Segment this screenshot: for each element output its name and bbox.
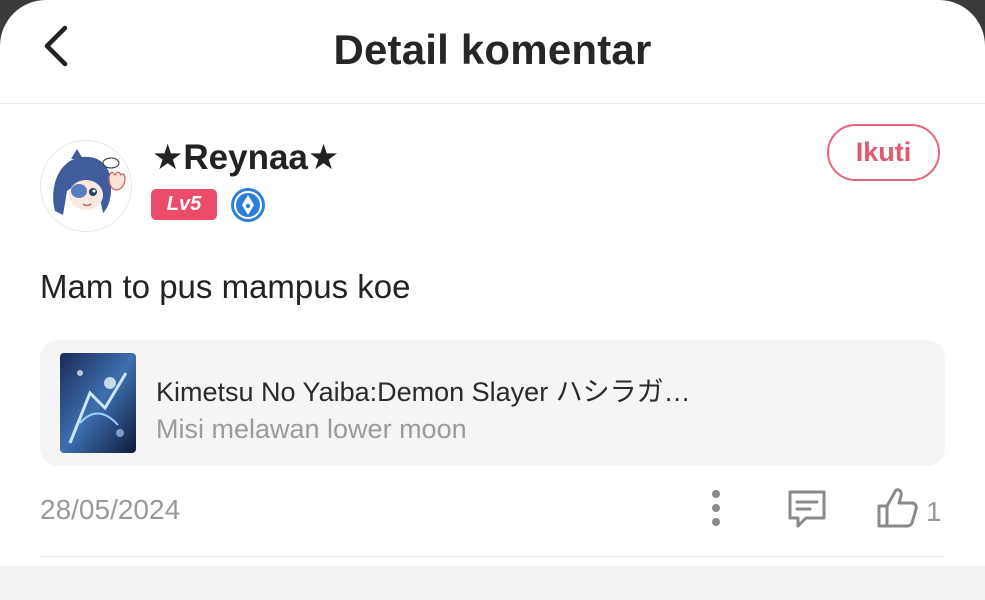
post-title: Kimetsu No Yaiba:Demon Slayer ハシラガ… <box>156 377 691 407</box>
level-badge: Lv5 <box>151 189 217 220</box>
username[interactable]: ★Reynaa★ <box>152 138 339 178</box>
avatar-image <box>41 141 131 231</box>
section-separator <box>0 566 985 600</box>
page-title: Detail komentar <box>333 26 652 73</box>
more-vertical-icon <box>712 490 720 526</box>
header: Detail komentar <box>0 0 985 104</box>
post-thumbnail <box>60 353 136 453</box>
avatar[interactable] <box>40 140 132 232</box>
pen-nib-medal-icon <box>230 187 266 223</box>
like-count: 1 <box>926 496 942 527</box>
comment-icon <box>788 490 826 528</box>
comment-date: 28/05/2024 <box>40 494 181 525</box>
divider <box>40 556 945 557</box>
post-subtitle: Misi melawan lower moon <box>156 414 467 444</box>
comment-detail-screen: Detail komentar ★Reynaa★ Lv5 Ikuti Mam t… <box>0 0 985 600</box>
more-options-button[interactable] <box>696 486 736 532</box>
linked-post-card[interactable]: Kimetsu No Yaiba:Demon Slayer ハシラガ… Misi… <box>40 340 945 466</box>
thumbs-up-icon <box>877 488 918 528</box>
reply-button[interactable] <box>784 486 830 532</box>
like-button[interactable] <box>874 484 920 532</box>
follow-button[interactable]: Ikuti <box>827 124 940 181</box>
comment-text: Mam to pus mampus koe <box>40 268 411 305</box>
